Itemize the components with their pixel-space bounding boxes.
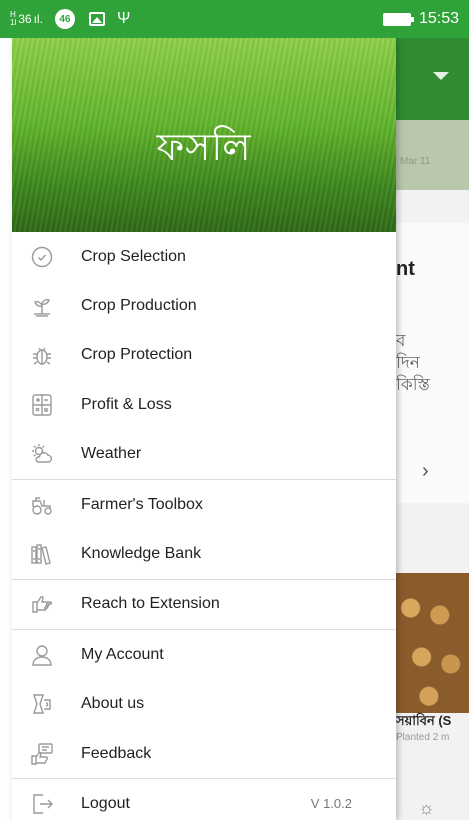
menu-item-label: Crop Production — [81, 297, 197, 315]
check-circle-icon — [30, 245, 54, 269]
signal-text: 36 — [18, 12, 32, 26]
logout-icon — [30, 792, 54, 816]
sun-cloud-icon — [30, 442, 54, 466]
battery-icon — [382, 12, 414, 26]
soybean-image — [396, 573, 469, 713]
status-time: 15:53 — [418, 10, 459, 27]
menu-item-crop-production[interactable]: Crop Production — [12, 281, 396, 330]
background-date-bar: Mar 11 — [396, 120, 469, 190]
menu-item-my-account[interactable]: My Account — [12, 630, 396, 679]
usb-icon: Ψ — [116, 10, 131, 27]
menu-item-label: Knowledge Bank — [81, 545, 202, 563]
user-icon — [30, 643, 54, 667]
background-toolbar — [396, 38, 469, 120]
menu-item-label: My Account — [81, 645, 164, 663]
menu-item-label: Logout — [81, 794, 130, 812]
background-crop-subtitle: Planted 2 m — [396, 732, 450, 743]
signal-icon: H 1l 36 ıl. — [10, 10, 43, 27]
menu-item-farmers-toolbox[interactable]: Farmer's Toolbox — [12, 480, 396, 529]
menu-item-label: Reach to Extension — [81, 595, 220, 613]
menu-item-weather[interactable]: Weather — [12, 430, 396, 479]
app-version: V 1.0.2 — [310, 796, 352, 812]
background-app: Mar 11 nt ব দিন কিস্তি › সয়াবিন (S Plan… — [396, 38, 469, 820]
weather-tab-icon[interactable]: ☼ — [418, 798, 435, 819]
menu-item-reach-to-extension[interactable]: Reach to Extension — [12, 580, 396, 629]
background-card-text: ব দিন কিস্তি — [396, 331, 430, 394]
menu-item-logout[interactable]: Logout V 1.0.2 — [12, 779, 396, 820]
taka-doc-icon — [30, 692, 54, 716]
chevron-right-icon[interactable]: › — [422, 460, 429, 483]
image-icon — [88, 12, 105, 26]
menu-item-label: Weather — [81, 445, 142, 463]
menu-item-about-us[interactable]: About us — [12, 680, 396, 729]
menu-item-label: Profit & Loss — [81, 395, 172, 413]
sprout-icon — [30, 294, 54, 318]
dropdown-caret-icon[interactable] — [433, 72, 449, 80]
navigation-drawer: ফসলি Crop Selection Crop Production Crop… — [12, 38, 396, 820]
menu-item-label: Feedback — [81, 744, 152, 762]
background-card-title: nt — [396, 258, 415, 280]
drawer-header: ফসলি — [12, 38, 396, 232]
notification-badge: 46 — [54, 9, 75, 29]
menu-item-profit-loss[interactable]: Profit & Loss — [12, 380, 396, 429]
bug-icon — [30, 343, 54, 367]
background-crop-title: সয়াবিন (S — [396, 713, 452, 728]
drawer-menu: Crop Selection Crop Production Crop Prot… — [12, 232, 396, 820]
menu-item-label: About us — [81, 695, 145, 713]
feedback-icon — [30, 742, 54, 766]
books-icon — [30, 542, 54, 566]
background-date: Mar 11 — [400, 156, 431, 167]
menu-item-feedback[interactable]: Feedback — [12, 729, 396, 778]
tractor-icon — [30, 493, 54, 517]
calculator-icon — [30, 393, 54, 417]
menu-item-knowledge-bank[interactable]: Knowledge Bank — [12, 529, 396, 578]
pointing-hand-icon — [30, 592, 54, 616]
menu-item-label: Crop Protection — [81, 346, 193, 364]
status-bar: H 1l 36 ıl. 46 Ψ 15:53 — [0, 0, 469, 38]
menu-item-crop-protection[interactable]: Crop Protection — [12, 331, 396, 380]
menu-item-label: Farmer's Toolbox — [81, 495, 203, 513]
menu-item-label: Crop Selection — [81, 247, 186, 265]
app-logo: ফসলি — [156, 125, 252, 169]
menu-item-crop-selection[interactable]: Crop Selection — [12, 232, 396, 281]
